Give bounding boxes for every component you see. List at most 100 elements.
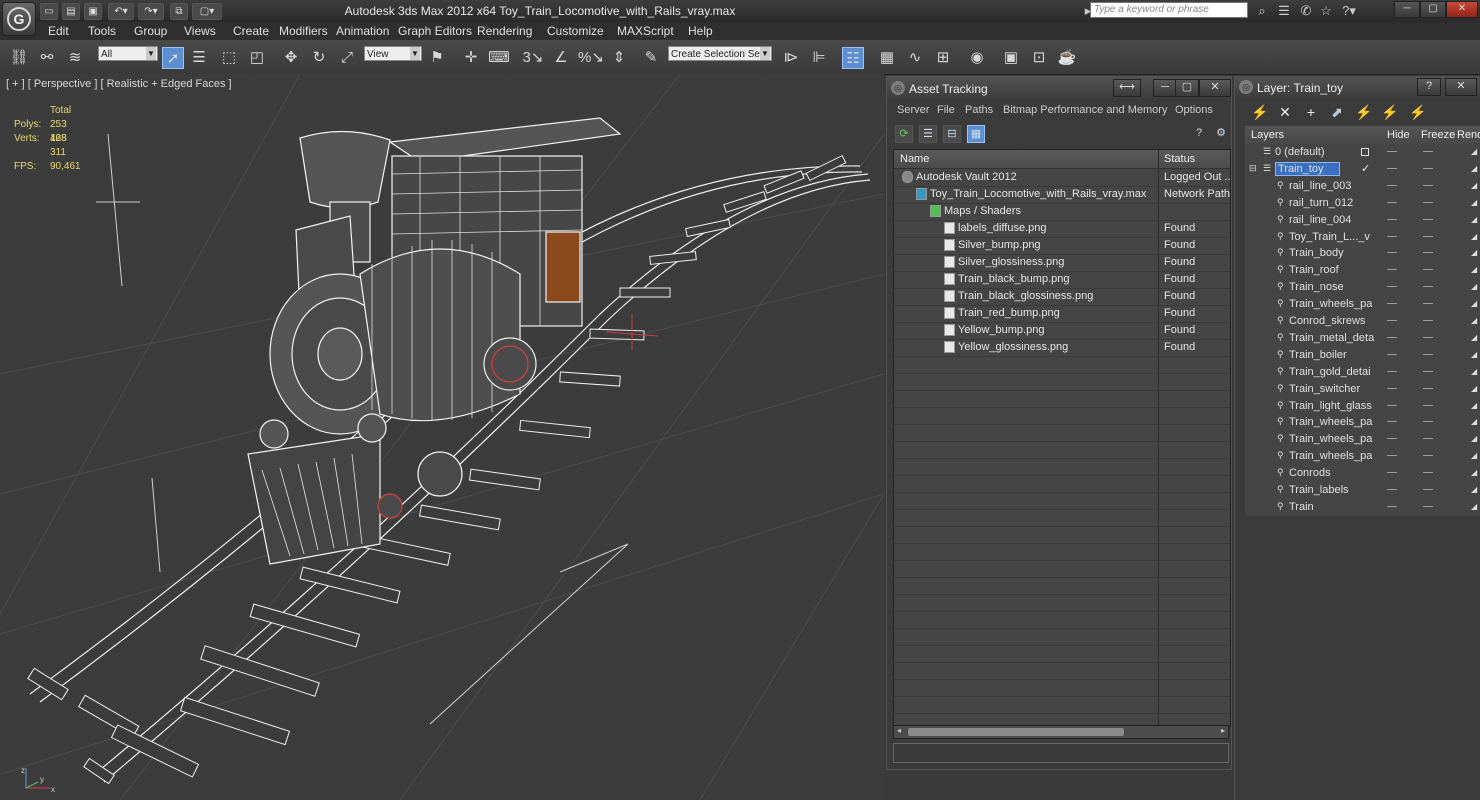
freeze-toggle[interactable] <box>1423 421 1433 423</box>
menu-tools[interactable]: Tools <box>88 24 116 38</box>
render-teapot-icon[interactable]: ◢ <box>1471 367 1479 376</box>
select-object-icon[interactable]: ➚ <box>162 47 184 69</box>
layer-row[interactable]: ⊟ ☰ Train_toy ✓ ◢ <box>1245 161 1480 178</box>
asset-tracking-titlebar[interactable]: ◎ Asset Tracking ⟷ ─ ▢ ✕ <box>887 77 1231 99</box>
menu-group[interactable]: Group <box>134 24 167 38</box>
asset-menu-options[interactable]: Options <box>1175 104 1213 116</box>
render-teapot-icon[interactable]: ◢ <box>1471 384 1479 393</box>
delete-layer-icon[interactable]: ✕ <box>1277 104 1293 120</box>
maximize-button[interactable]: ▢ <box>1420 1 1446 18</box>
layer-close-button[interactable]: ✕ <box>1445 78 1477 96</box>
hide-toggle[interactable] <box>1387 370 1397 372</box>
layer-row[interactable]: ⚲ Train_body ◢ <box>1245 245 1480 262</box>
scrollbar-thumb[interactable] <box>908 728 1124 736</box>
select-manipulate-icon[interactable]: ✛ <box>460 47 482 69</box>
table-row[interactable]: Autodesk Vault 2012 Logged Out ... <box>894 169 1230 187</box>
layer-row[interactable]: ⚲ Train_wheels_pa ◢ <box>1245 448 1480 465</box>
render-teapot-icon[interactable]: ◢ <box>1471 435 1479 443</box>
layer-row[interactable]: ⚲ Train_wheels_pa ◢ <box>1245 414 1480 431</box>
layer-row[interactable]: ⚲ Train_gold_detai ◢ <box>1245 364 1480 381</box>
refresh-icon[interactable]: ⟳ <box>895 125 913 143</box>
freeze-toggle[interactable] <box>1423 404 1433 406</box>
hide-toggle[interactable] <box>1387 421 1397 423</box>
menu-graph-editors[interactable]: Graph Editors <box>398 24 472 38</box>
menu-views[interactable]: Views <box>184 24 216 38</box>
menu-create[interactable]: Create <box>233 24 269 38</box>
render-teapot-icon[interactable]: ◢ <box>1471 401 1479 410</box>
layer-row[interactable]: ⚲ Toy_Train_L..._v ◢ <box>1245 229 1480 246</box>
column-header-hide[interactable]: Hide <box>1387 129 1410 141</box>
subscription-icon[interactable]: ☰ <box>1276 3 1292 19</box>
scale-icon[interactable]: ⤢ <box>336 47 358 69</box>
freeze-toggle[interactable] <box>1423 201 1433 203</box>
percent-snap-icon[interactable]: %↘ <box>578 47 604 69</box>
table-row[interactable]: Train_black_glossiness.png Found <box>894 288 1230 306</box>
collapse-icon[interactable]: ⊟ <box>1249 163 1258 173</box>
asset-menu-server[interactable]: Server <box>897 104 929 116</box>
asset-menu-bitmap-performance[interactable]: Bitmap Performance and Memory <box>1003 104 1167 116</box>
freeze-toggle[interactable] <box>1423 472 1433 474</box>
align-icon[interactable]: ⊫ <box>808 47 830 69</box>
hide-toggle[interactable] <box>1387 455 1397 457</box>
freeze-toggle[interactable] <box>1423 455 1433 457</box>
scroll-right-icon[interactable]: ▸ <box>1221 726 1225 735</box>
hide-toggle[interactable] <box>1387 438 1397 440</box>
link-icon[interactable]: ⛓ <box>8 47 30 69</box>
render-teapot-icon[interactable]: ◢ <box>1471 181 1479 190</box>
render-teapot-icon[interactable]: ◢ <box>1471 317 1479 325</box>
communication-icon[interactable]: ✆ <box>1298 3 1314 19</box>
freeze-toggle[interactable] <box>1423 387 1433 389</box>
hide-toggle[interactable] <box>1387 472 1397 474</box>
render-teapot-icon[interactable]: ◢ <box>1471 198 1479 207</box>
render-teapot-icon[interactable]: ◢ <box>1471 148 1479 156</box>
hide-toggle[interactable] <box>1387 404 1397 406</box>
freeze-toggle[interactable] <box>1423 184 1433 186</box>
angle-snap-icon[interactable]: ∠ <box>550 47 572 69</box>
hide-toggle[interactable] <box>1387 353 1397 355</box>
layer-row[interactable]: ⚲ Train_switcher ◢ <box>1245 381 1480 398</box>
minimize-button[interactable]: ─ <box>1394 1 1420 18</box>
bind-space-warp-icon[interactable]: ≋ <box>64 47 86 69</box>
hide-toggle[interactable] <box>1387 387 1397 389</box>
schematic-view-icon[interactable]: ⊞ <box>932 47 954 69</box>
add-to-layer-icon[interactable]: + <box>1303 104 1319 120</box>
menu-modifiers[interactable]: Modifiers <box>279 24 328 38</box>
search-input[interactable]: Type a keyword or phrase <box>1090 2 1248 18</box>
freeze-toggle[interactable] <box>1423 252 1433 254</box>
asset-close-button[interactable]: ✕ <box>1199 79 1231 97</box>
freeze-toggle[interactable] <box>1423 438 1433 440</box>
layer-row[interactable]: ⚲ Train_nose ◢ <box>1245 279 1480 296</box>
render-teapot-icon[interactable]: ◢ <box>1471 164 1479 173</box>
render-teapot-icon[interactable]: ◢ <box>1471 283 1479 291</box>
layer-row[interactable]: ⚲ Train_roof ◢ <box>1245 262 1480 279</box>
table-row[interactable]: Yellow_bump.png Found <box>894 322 1230 340</box>
unlink-icon[interactable]: ⚯ <box>36 47 58 69</box>
named-selection-set-select[interactable]: Create Selection Se ▼ <box>668 46 772 61</box>
edit-named-selection-icon[interactable]: ✎ <box>640 47 662 69</box>
hide-toggle[interactable] <box>1387 151 1397 152</box>
move-icon[interactable]: ✥ <box>280 47 302 69</box>
hide-toggle[interactable] <box>1387 489 1397 490</box>
table-row[interactable]: Toy_Train_Locomotive_with_Rails_vray.max… <box>894 186 1230 204</box>
table-row[interactable]: Maps / Shaders <box>894 203 1230 221</box>
create-layer-icon[interactable]: ⚡ <box>1251 104 1268 120</box>
tree-view-icon[interactable]: ⊟ <box>943 125 961 143</box>
column-header-status[interactable]: Status <box>1164 153 1195 165</box>
table-view-icon[interactable]: ▦ <box>967 125 985 143</box>
column-header-render[interactable]: Rende <box>1457 129 1480 141</box>
viewport-label[interactable]: [ + ] [ Perspective ] [ Realistic + Edge… <box>6 78 232 90</box>
freeze-unfreeze-all-icon[interactable]: ⚡ <box>1409 104 1426 120</box>
freeze-toggle[interactable] <box>1423 370 1433 372</box>
render-teapot-icon[interactable]: ◢ <box>1471 266 1479 274</box>
freeze-toggle[interactable] <box>1423 167 1433 169</box>
menu-help[interactable]: Help <box>688 24 713 38</box>
layer-manager-icon[interactable]: ☷ <box>842 47 864 69</box>
hide-toggle[interactable] <box>1387 184 1397 186</box>
current-layer-checkbox[interactable] <box>1361 148 1369 156</box>
select-objects-in-layer-icon[interactable]: ⬈ <box>1329 104 1345 120</box>
freeze-toggle[interactable] <box>1423 336 1433 338</box>
layer-row[interactable]: ⚲ Train_metal_deta ◢ <box>1245 330 1480 347</box>
freeze-toggle[interactable] <box>1423 235 1433 237</box>
menu-animation[interactable]: Animation <box>336 24 389 38</box>
freeze-toggle[interactable] <box>1423 218 1433 220</box>
